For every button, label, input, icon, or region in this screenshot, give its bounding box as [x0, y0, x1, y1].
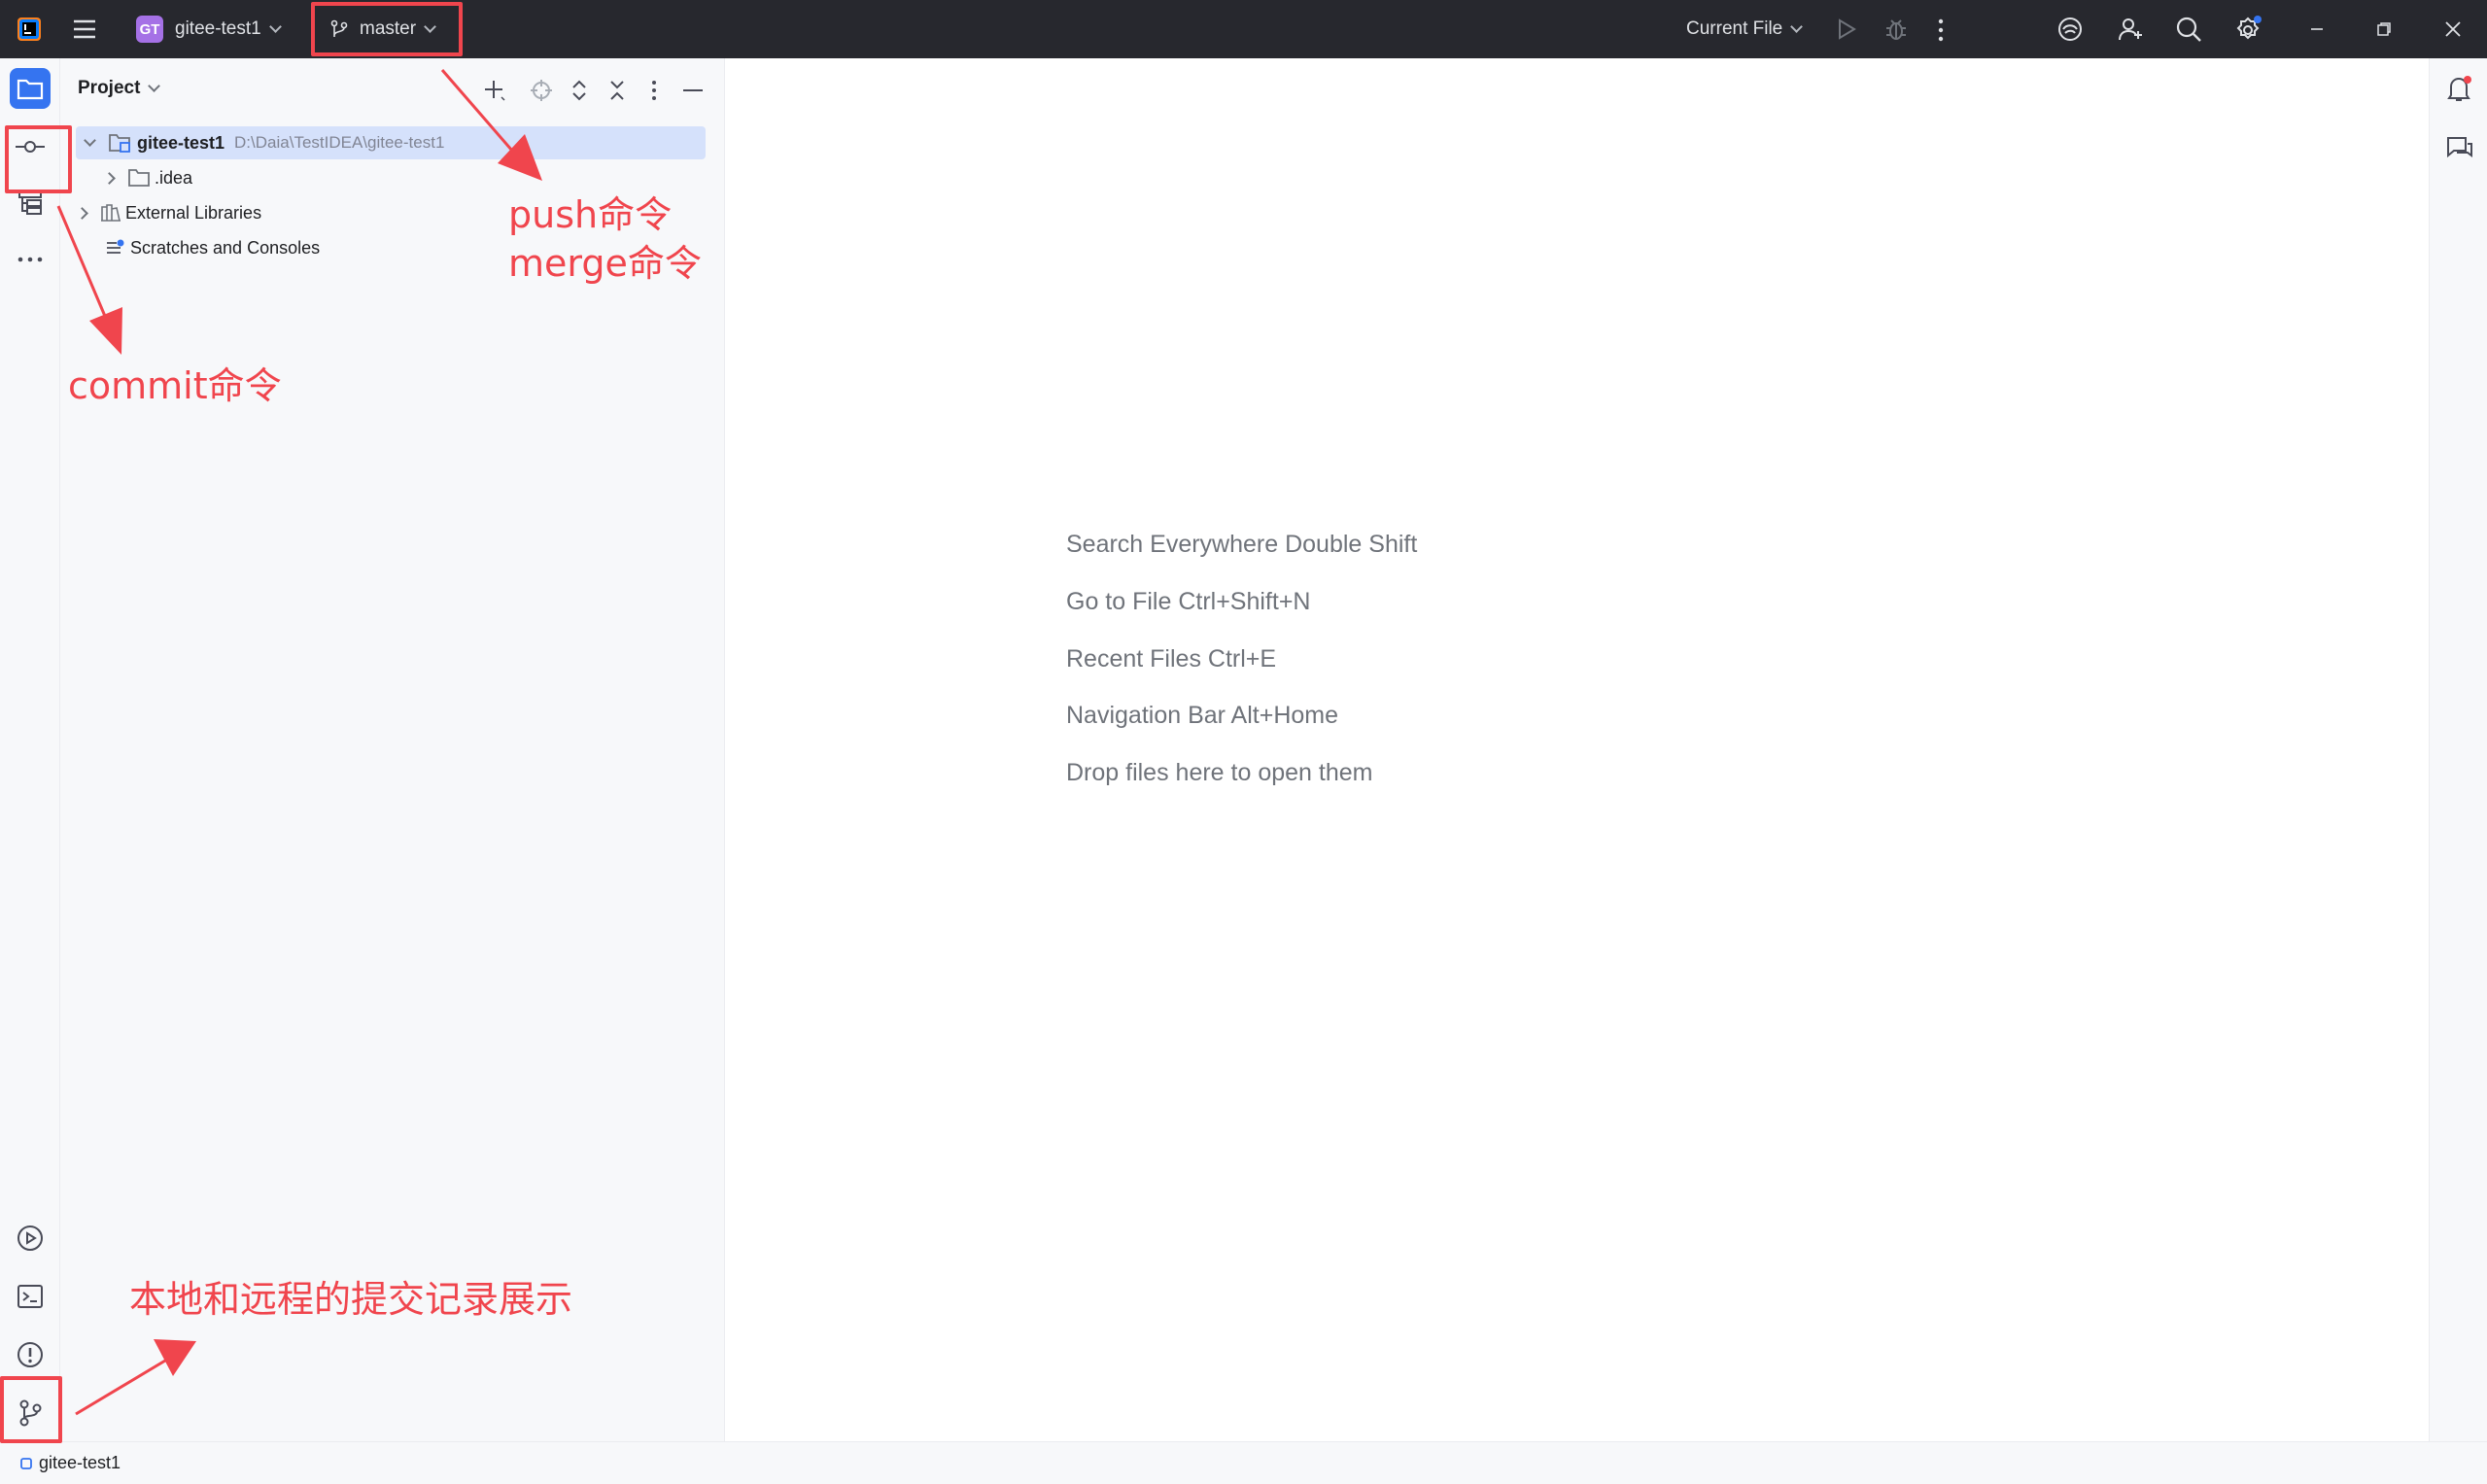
annotation-merge: merge命令: [508, 242, 702, 285]
annotation-commit: commit命令: [68, 364, 282, 407]
annotation-git-log: 本地和远程的提交记录展示: [129, 1278, 573, 1321]
annotation-push: push命令: [508, 193, 673, 236]
annotation-arrows: [56, 69, 542, 1416]
